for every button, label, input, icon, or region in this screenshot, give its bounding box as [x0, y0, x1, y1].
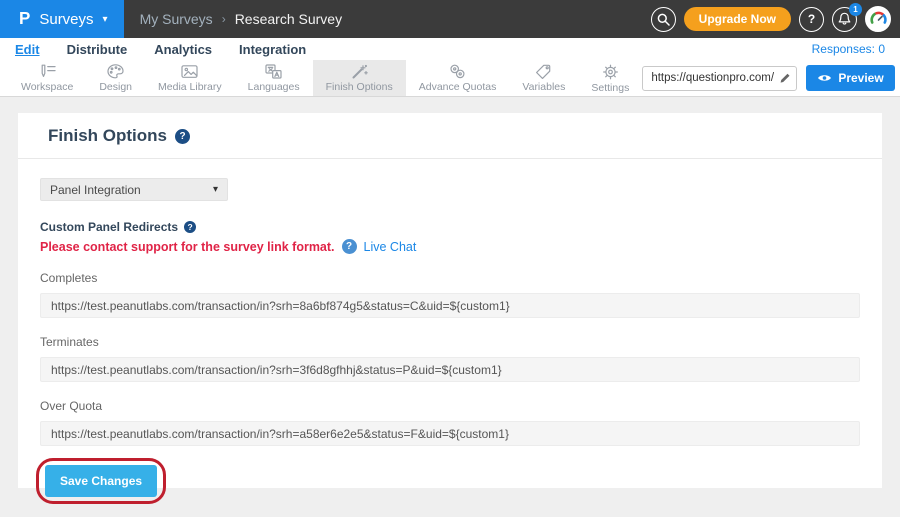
design-icon	[106, 63, 125, 80]
custom-panel-redirects-heading: Custom Panel Redirects	[40, 220, 178, 234]
completes-label: Completes	[40, 271, 860, 285]
toolbar-item-design[interactable]: Design	[86, 60, 145, 96]
survey-url-wrap	[642, 66, 797, 91]
edit-url-icon[interactable]	[779, 72, 791, 84]
search-icon	[657, 13, 670, 26]
preview-label: Preview	[838, 71, 883, 85]
card-header: Finish Options ?	[18, 113, 882, 159]
gauge-avatar-icon	[869, 10, 888, 29]
product-switcher[interactable]: P Surveys ▾	[0, 0, 124, 38]
support-notice-text: Please contact support for the survey li…	[40, 240, 335, 254]
redirects-help-icon[interactable]: ?	[184, 221, 196, 233]
terminates-input[interactable]	[40, 357, 860, 382]
toolbar-item-variables[interactable]: Variables	[509, 60, 578, 96]
questionpro-logo-icon: P	[19, 9, 30, 30]
tab-analytics[interactable]: Analytics	[154, 42, 212, 57]
finish-options-help-icon[interactable]: ?	[175, 129, 190, 144]
account-avatar[interactable]	[865, 6, 891, 32]
page-title: Finish Options	[48, 126, 167, 146]
eye-icon	[817, 73, 832, 83]
toolbar-item-workspace[interactable]: Workspace	[8, 60, 86, 96]
languages-icon	[264, 63, 283, 80]
variables-icon	[534, 63, 553, 80]
toolbar-label: Advance Quotas	[419, 81, 497, 93]
panel-integration-dropdown[interactable]: Panel Integration ▾	[40, 178, 228, 201]
breadcrumb-separator: ›	[222, 12, 226, 26]
toolbar-label: Languages	[248, 81, 300, 93]
toolbar-label: Media Library	[158, 81, 222, 93]
support-notice-row: Please contact support for the survey li…	[40, 239, 860, 254]
breadcrumb-current-survey: Research Survey	[235, 11, 342, 27]
notification-badge: 1	[849, 3, 862, 16]
dropdown-value: Panel Integration	[50, 183, 141, 197]
content-area: Finish Options ? Panel Integration ▾ Cus…	[0, 97, 900, 517]
media-library-icon	[180, 63, 199, 80]
breadcrumb: My Surveys › Research Survey	[140, 11, 343, 27]
section-heading-row: Custom Panel Redirects ?	[40, 220, 860, 234]
product-name: Surveys	[39, 11, 93, 28]
over-quota-label: Over Quota	[40, 399, 860, 413]
toolbar-item-languages[interactable]: Languages	[235, 60, 313, 96]
preview-button[interactable]: Preview	[806, 65, 894, 91]
toolbar-label: Settings	[591, 82, 629, 94]
toolbar-item-media-library[interactable]: Media Library	[145, 60, 235, 96]
bell-icon	[838, 12, 851, 26]
workspace-icon	[38, 63, 57, 80]
app-window: P Surveys ▾ My Surveys › Research Survey…	[0, 0, 900, 517]
toolbar-label: Design	[99, 81, 132, 93]
toolbar-item-settings[interactable]: Settings	[578, 60, 642, 96]
responses-count[interactable]: Responses: 0	[812, 42, 885, 56]
live-chat-icon[interactable]: ?	[342, 239, 357, 254]
save-changes-wrap: Save Changes	[45, 465, 157, 497]
chevron-down-icon: ▾	[213, 184, 218, 195]
chevron-down-icon: ▾	[103, 14, 108, 25]
toolbar-item-advance-quotas[interactable]: Advance Quotas	[406, 60, 510, 96]
toolbar-item-finish-options[interactable]: Finish Options	[313, 60, 406, 96]
help-button[interactable]: ?	[799, 7, 824, 32]
settings-icon	[601, 63, 620, 81]
edit-toolbar: Workspace Design Media Library	[0, 60, 900, 97]
save-changes-button[interactable]: Save Changes	[45, 465, 157, 497]
upgrade-now-button[interactable]: Upgrade Now	[684, 7, 791, 31]
tab-distribute[interactable]: Distribute	[67, 42, 128, 57]
card-body: Panel Integration ▾ Custom Panel Redirec…	[18, 159, 882, 497]
search-button[interactable]	[651, 7, 676, 32]
toolbar-label: Variables	[522, 81, 565, 93]
tab-integration[interactable]: Integration	[239, 42, 306, 57]
survey-nav: Edit Distribute Analytics Integration Re…	[0, 38, 900, 60]
survey-url-input[interactable]	[642, 66, 797, 91]
toolbar-label: Finish Options	[326, 81, 393, 93]
toolbar-label: Workspace	[21, 81, 73, 93]
notifications-button[interactable]: 1	[832, 7, 857, 32]
topbar: P Surveys ▾ My Surveys › Research Survey…	[0, 0, 900, 38]
over-quota-input[interactable]	[40, 421, 860, 446]
breadcrumb-my-surveys[interactable]: My Surveys	[140, 11, 213, 27]
finish-options-icon	[350, 63, 369, 80]
completes-input[interactable]	[40, 293, 860, 318]
advance-quotas-icon	[448, 63, 467, 80]
live-chat-link[interactable]: Live Chat	[364, 240, 417, 254]
finish-options-card: Finish Options ? Panel Integration ▾ Cus…	[18, 113, 882, 488]
terminates-label: Terminates	[40, 335, 860, 349]
tab-edit[interactable]: Edit	[15, 42, 40, 57]
topbar-actions: Upgrade Now ? 1	[651, 6, 900, 32]
